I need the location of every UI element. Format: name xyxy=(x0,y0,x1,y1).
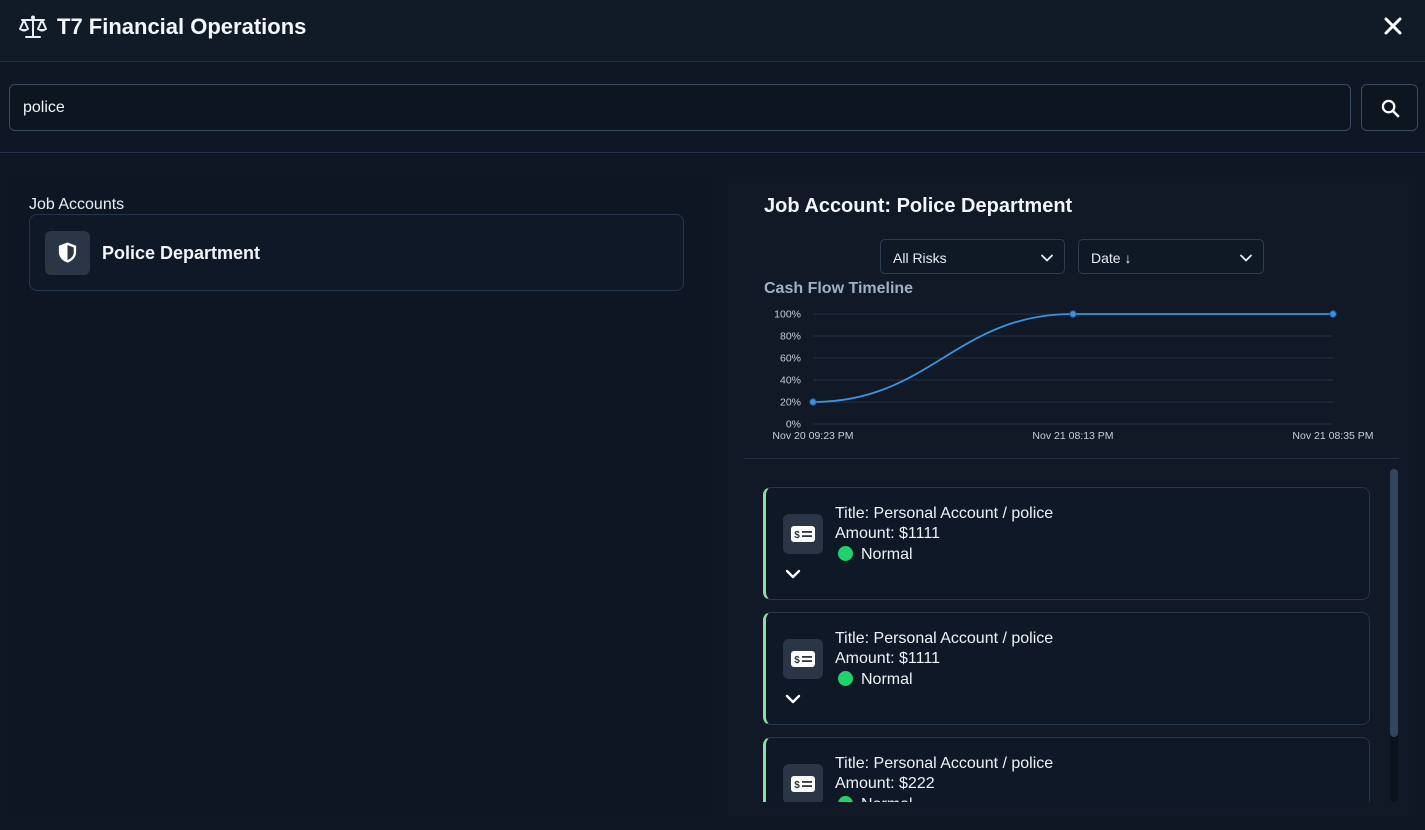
risk-filter-select[interactable]: All Risks xyxy=(880,239,1065,274)
transaction-card[interactable]: $ Title: Personal Account / police Amoun… xyxy=(763,487,1370,600)
job-accounts-panel: Job Accounts Police Department xyxy=(9,177,711,817)
close-icon[interactable] xyxy=(1379,12,1407,40)
search-bar xyxy=(0,63,1425,153)
account-detail-title: Job Account: Police Department xyxy=(764,195,1073,217)
chevron-down-icon[interactable] xyxy=(784,566,802,582)
transaction-icon-box: $ xyxy=(783,639,823,679)
chart-xtick-label: Nov 20 09:23 PM xyxy=(772,430,853,442)
chart-ytick-label: 0% xyxy=(786,419,801,431)
transaction-amount: Amount: $1111 xyxy=(835,650,940,667)
chevron-down-icon xyxy=(1240,254,1252,262)
money-bill-icon: $ xyxy=(791,651,815,667)
svg-text:$: $ xyxy=(794,780,800,791)
transaction-status: Normal xyxy=(838,671,913,689)
title-bar: T7 Financial Operations xyxy=(0,0,1425,62)
status-label: Normal xyxy=(861,796,913,802)
money-bill-icon: $ xyxy=(791,526,815,542)
account-item-police-department[interactable]: Police Department xyxy=(29,214,684,291)
transaction-status: Normal xyxy=(838,546,913,564)
money-bill-icon: $ xyxy=(791,776,815,792)
status-label: Normal xyxy=(861,546,913,563)
sort-select[interactable]: Date ↓ xyxy=(1078,239,1264,274)
account-icon-box xyxy=(45,231,90,275)
transaction-status: Normal xyxy=(838,796,913,802)
cash-flow-chart: 0% 20% 40% 60% 80% 100% Nov 20 09:23 PM Nov 21 … xyxy=(772,309,1373,443)
search-input[interactable] xyxy=(9,84,1351,131)
transaction-amount: Amount: $222 xyxy=(835,775,935,792)
chart-xtick-label: Nov 21 08:35 PM xyxy=(1292,430,1373,442)
account-name: Police Department xyxy=(102,243,261,263)
scrollbar-thumb[interactable] xyxy=(1390,469,1398,737)
transaction-card[interactable]: $ Title: Personal Account / police Amoun… xyxy=(763,737,1370,802)
transaction-icon-box: $ xyxy=(783,764,823,802)
transaction-card[interactable]: $ Title: Personal Account / police Amoun… xyxy=(763,612,1370,725)
shield-icon xyxy=(58,242,77,263)
divider xyxy=(744,458,1399,459)
chart-ytick-label: 100% xyxy=(774,309,801,321)
job-accounts-label: Job Accounts xyxy=(29,196,125,213)
chart-ytick-label: 60% xyxy=(780,353,801,365)
transaction-amount: Amount: $1111 xyxy=(835,525,940,542)
account-detail-panel: Job Account: Police Department All Risks… xyxy=(727,177,1415,817)
risk-filter-value: All Risks xyxy=(893,250,947,266)
chevron-down-icon xyxy=(1041,254,1053,262)
status-dot xyxy=(838,796,853,802)
transaction-title: Title: Personal Account / police xyxy=(835,630,1054,647)
transaction-title: Title: Personal Account / police xyxy=(835,505,1054,522)
status-label: Normal xyxy=(861,671,913,688)
chart-title: Cash Flow Timeline xyxy=(764,280,914,297)
search-icon xyxy=(1381,99,1400,118)
chart-data-point xyxy=(809,398,817,406)
chart-data-point xyxy=(1329,310,1337,318)
transaction-title: Title: Personal Account / police xyxy=(835,755,1054,772)
chart-ytick-label: 20% xyxy=(780,397,801,409)
sort-value: Date ↓ xyxy=(1091,250,1132,266)
app-title: T7 Financial Operations xyxy=(57,14,307,39)
search-button[interactable] xyxy=(1361,84,1418,131)
chart-xtick-label: Nov 21 08:13 PM xyxy=(1032,430,1113,442)
svg-text:$: $ xyxy=(794,530,800,541)
chart-ytick-label: 80% xyxy=(780,331,801,343)
transaction-icon-box: $ xyxy=(783,514,823,554)
chart-data-point xyxy=(1069,310,1077,318)
transaction-list: $ Title: Personal Account / police Amoun… xyxy=(763,487,1373,802)
status-dot xyxy=(838,546,853,561)
svg-text:$: $ xyxy=(794,655,800,666)
chevron-down-icon[interactable] xyxy=(784,691,802,707)
status-dot xyxy=(838,671,853,686)
balance-scale-icon xyxy=(19,15,47,38)
chart-ytick-label: 40% xyxy=(780,375,801,387)
